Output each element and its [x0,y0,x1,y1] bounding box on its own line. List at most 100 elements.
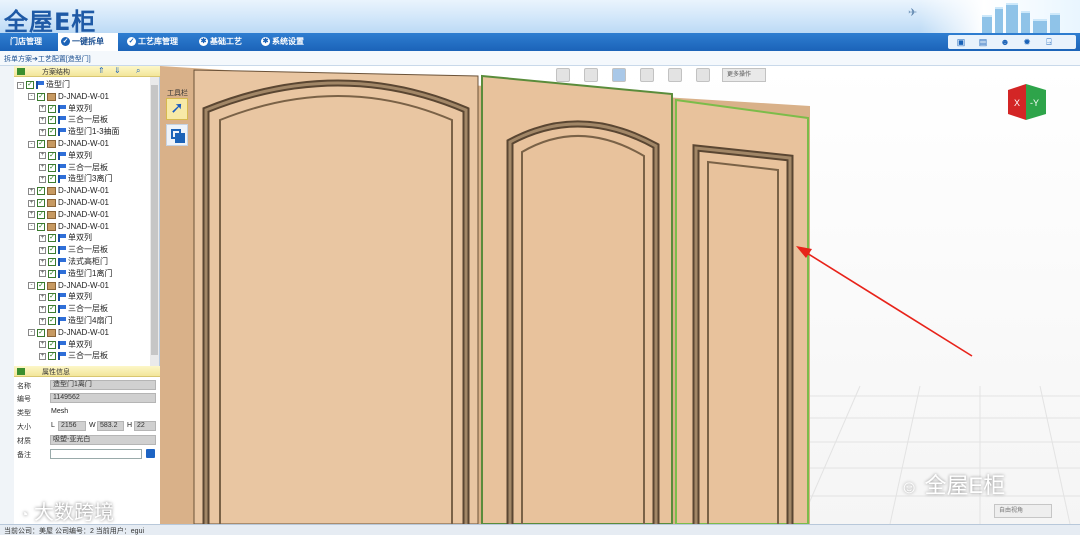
grid-view-icon[interactable] [612,68,626,82]
note-input[interactable] [50,449,142,459]
tree-checkbox[interactable]: ✓ [37,328,45,337]
tree-row[interactable]: + ✓ 造型门1-3抽面 [39,126,120,138]
tree-checkbox[interactable]: ✓ [37,199,45,207]
tree-checkbox[interactable]: ✓ [37,140,45,148]
nav-craft-library[interactable]: ✓ 工艺库管理 [124,33,188,51]
tree-checkbox[interactable]: ✓ [48,104,56,113]
tree-row[interactable]: + ✓ 法式高柜门 [39,256,108,268]
tree-checkbox[interactable]: ✓ [37,222,45,231]
tree-row[interactable]: - ✓ D-JNAD-W-01 [28,91,109,103]
expand-toggle-icon[interactable]: + [39,152,46,160]
expand-toggle-icon[interactable]: + [39,175,46,183]
tree-row[interactable]: + ✓ 造型门4扇门 [39,315,112,327]
tree-row[interactable]: - ✓ D-JNAD-W-01 [28,138,109,150]
save-icon[interactable] [146,449,155,458]
tree-row[interactable]: + ✓ 三合一层板 [39,114,108,126]
settings-icon[interactable]: ✹ [1022,37,1032,47]
tree-checkbox[interactable]: ✓ [37,187,45,196]
tree-checkbox[interactable]: ✓ [48,352,56,361]
tree-row[interactable]: + ✓ D-JNAD-W-01 [28,209,109,221]
lightning-icon[interactable] [696,68,710,82]
monitor-icon[interactable]: ▣ [956,37,966,47]
nav-one-click-split[interactable]: ✓ 一键拆单 [58,33,118,51]
tree-row[interactable]: - ✓ D-JNAD-W-01 [28,327,109,339]
tree-row[interactable]: + ✓ 单双列 [39,232,92,244]
scrollbar-thumb[interactable] [151,85,158,355]
collapse-toggle-icon[interactable]: - [28,223,35,231]
logout-icon[interactable]: ⍈ [1044,37,1054,47]
tree-row[interactable]: + ✓ 单双列 [39,291,92,303]
expand-toggle-icon[interactable]: + [39,305,46,313]
copy-tool-icon[interactable] [166,124,188,146]
more-ops-dropdown[interactable]: 更多操作 [722,68,766,82]
target-icon[interactable] [584,68,598,82]
tree-row[interactable]: + ✓ D-JNAD-W-01 [28,197,109,209]
expand-toggle-icon[interactable]: + [39,128,46,136]
tree-row[interactable]: + ✓ 三合一层板 [39,350,108,362]
expand-toggle-icon[interactable]: + [39,246,46,254]
breadcrumb-text[interactable]: 拆单方案➔工艺配置[造型门] [4,54,91,64]
view-mode-select[interactable]: 自由视角 [994,504,1052,518]
expand-toggle-icon[interactable]: + [39,258,46,266]
collapse-toggle-icon[interactable]: - [28,329,35,337]
expand-all-icon[interactable]: ⇓ [114,66,121,75]
expand-toggle-icon[interactable]: + [39,270,46,278]
expand-toggle-icon[interactable]: + [28,199,35,207]
tree-checkbox[interactable]: ✓ [37,281,45,290]
nav-system-settings[interactable]: ✱ 系统设置 [258,33,318,51]
expand-toggle-icon[interactable]: + [39,352,46,360]
tree-row[interactable]: + ✓ 单双列 [39,339,92,351]
collapse-toggle-icon[interactable]: - [28,93,35,101]
user-icon[interactable]: ☻ [1000,37,1010,47]
axis-gizmo[interactable]: X -Y [1006,80,1048,122]
tree-scrollbar[interactable] [150,77,159,366]
tree-checkbox[interactable]: ✓ [48,340,56,349]
expand-toggle-icon[interactable]: + [39,341,46,349]
tree-checkbox[interactable]: ✓ [48,151,56,160]
nav-store-management[interactable]: 门店管理 [0,33,56,51]
nav-basic-craft[interactable]: ✱ 基础工艺 [196,33,252,51]
tree-row[interactable]: + ✓ 三合一层板 [39,162,108,174]
collapse-toggle-icon[interactable]: - [28,140,35,148]
collapse-toggle-icon[interactable]: - [28,282,35,290]
expand-toggle-icon[interactable]: + [39,105,46,113]
tree-row[interactable]: + ✓ 造型门1离门 [39,268,112,280]
left-collapse-strip[interactable] [0,66,14,524]
tree-row[interactable]: - ✓ D-JNAD-W-01 [28,221,109,233]
door-middle[interactable] [481,74,673,524]
fit-view-icon[interactable] [668,68,682,82]
tree-checkbox[interactable]: ✓ [48,175,56,184]
expand-toggle-icon[interactable]: + [39,164,46,172]
3d-viewport[interactable]: 更多操作 工具栏 ➚ X -Y ☺ 全屋E柜 自由视角 [160,66,1080,524]
expand-toggle-icon[interactable]: + [39,293,46,301]
tree-checkbox[interactable]: ✓ [48,269,56,278]
expand-toggle-icon[interactable]: + [39,234,46,242]
collapse-all-icon[interactable]: ⇑ [98,66,105,75]
tree-checkbox[interactable]: ✓ [48,258,56,266]
expand-toggle-icon[interactable]: + [39,116,46,124]
door-left[interactable] [193,69,479,524]
tree-checkbox[interactable]: ✓ [48,317,56,325]
tree-row[interactable]: + ✓ 三合一层板 [39,303,108,315]
frame-icon[interactable] [640,68,654,82]
tree-checkbox[interactable]: ✓ [48,305,56,314]
tree-checkbox[interactable]: ✓ [48,293,56,302]
tree-checkbox[interactable]: ✓ [48,128,56,137]
tree-row[interactable]: + ✓ 三合一层板 [39,244,108,256]
tree-checkbox[interactable]: ✓ [37,210,45,219]
tree-row[interactable]: - ✓ D-JNAD-W-01 [28,280,109,292]
tree-checkbox[interactable]: ✓ [48,116,56,125]
tree-checkbox[interactable]: ✓ [48,163,56,172]
calendar-icon[interactable]: ▤ [978,37,988,47]
door-right-selected[interactable] [675,98,809,524]
save-view-icon[interactable] [556,68,570,82]
tree-row[interactable]: - ✓ 造型门 [17,79,70,91]
tree-row[interactable]: + ✓ 单双列 [39,103,92,115]
expand-toggle-icon[interactable]: + [28,211,35,219]
3d-scene[interactable] [160,66,1080,524]
tree-checkbox[interactable]: ✓ [37,92,45,101]
select-cursor-icon[interactable]: ➚ [166,98,188,120]
tree-checkbox[interactable]: ✓ [26,81,34,89]
tree-checkbox[interactable]: ✓ [48,246,56,255]
expand-toggle-icon[interactable]: + [39,317,46,325]
